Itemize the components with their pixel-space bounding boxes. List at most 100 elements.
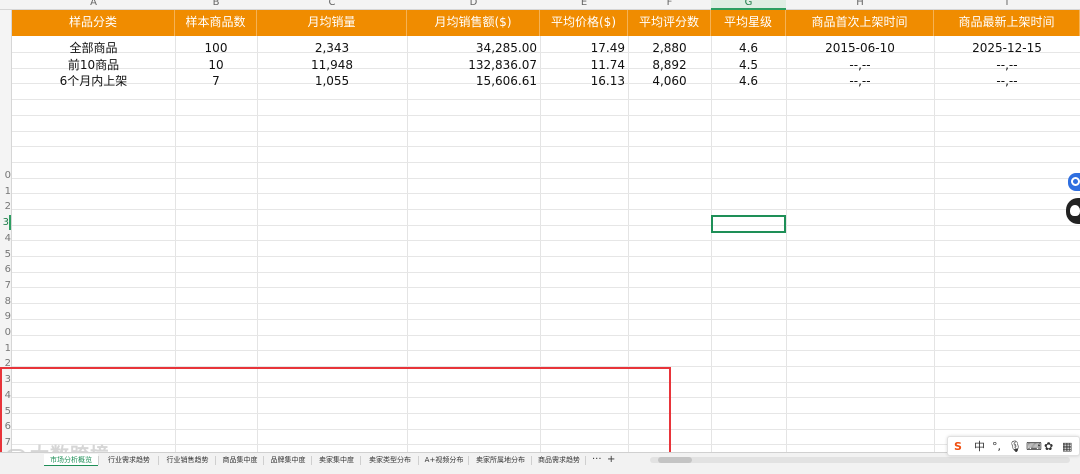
table-cell[interactable]: --,-- [934, 73, 1080, 89]
skin-icon[interactable]: ✿ [1044, 439, 1053, 454]
column-letter[interactable]: I [934, 0, 1080, 10]
column-letter[interactable]: H [786, 0, 934, 10]
tab-separator [585, 456, 586, 465]
table-cell[interactable]: 132,836.07 [407, 57, 540, 73]
row-number[interactable]: 7 [0, 278, 11, 293]
row-number[interactable]: 2 [0, 199, 11, 214]
column-letter[interactable]: B [175, 0, 257, 10]
status-bar [0, 466, 1080, 474]
column-letter[interactable]: G [711, 0, 786, 10]
table-cell[interactable]: 6个月内上架 [12, 73, 175, 89]
table-cell[interactable]: 4.6 [711, 73, 786, 89]
tab-separator [531, 456, 532, 465]
table-cell[interactable]: 7 [175, 73, 257, 89]
scrollbar-thumb[interactable] [658, 457, 692, 463]
table-cell[interactable]: 4.5 [711, 57, 786, 73]
header-cell[interactable]: 商品首次上架时间 [786, 10, 934, 36]
header-cell[interactable]: 样品分类 [12, 10, 175, 36]
table-cell[interactable]: 全部商品 [12, 40, 175, 56]
tab-separator [215, 456, 216, 465]
column-letter[interactable]: F [628, 0, 711, 10]
gridline [12, 209, 1080, 210]
tab-separator [360, 456, 361, 465]
keyboard-icon[interactable]: ⌨ [1026, 439, 1042, 454]
microphone-icon[interactable]: 🎙 [1008, 439, 1022, 454]
table-cell[interactable]: 16.13 [540, 73, 628, 89]
tab-separator [263, 456, 264, 465]
ime-logo-icon[interactable]: S [954, 439, 962, 454]
tab-separator [98, 456, 99, 465]
gridline [12, 225, 1080, 226]
column-letter[interactable]: A [12, 0, 175, 10]
table-cell[interactable]: 前10商品 [12, 57, 175, 73]
header-cell[interactable]: 月均销量 [257, 10, 407, 36]
toolbox-icon[interactable]: ▦ [1062, 439, 1072, 454]
table-cell[interactable]: 2,880 [628, 40, 711, 56]
gridline [12, 256, 1080, 257]
row-number[interactable]: 1 [0, 341, 11, 356]
column-letter[interactable]: D [407, 0, 540, 10]
ime-punct-toggle[interactable]: °, [992, 439, 1001, 454]
header-cell[interactable]: 样本商品数 [175, 10, 257, 36]
gridline [12, 350, 1080, 351]
row-number[interactable]: 4 [0, 231, 11, 246]
table-cell[interactable]: 8,892 [628, 57, 711, 73]
column-letter[interactable]: C [257, 0, 407, 10]
row-number[interactable]: 6 [0, 262, 11, 277]
gridline [12, 162, 1080, 163]
header-cell[interactable]: 月均销售额($) [407, 10, 540, 36]
ime-lang-toggle[interactable]: 中 [974, 439, 985, 454]
row-number[interactable]: 0 [0, 168, 11, 183]
add-sheet-button[interactable]: + [607, 453, 615, 467]
float-search-icon[interactable] [1068, 173, 1080, 191]
more-tabs-button[interactable]: ··· [592, 453, 602, 467]
gridline [12, 303, 1080, 304]
table-cell[interactable]: 2,343 [257, 40, 407, 56]
row-number[interactable]: 9 [0, 309, 11, 324]
row-number[interactable]: 5 [0, 247, 11, 262]
column-header-bar: ABCDEFGHI [0, 0, 1080, 10]
gridline [12, 287, 1080, 288]
gridline [12, 115, 1080, 116]
table-cell[interactable]: 11.74 [540, 57, 628, 73]
row-number[interactable]: 3 [0, 215, 11, 231]
horizontal-scrollbar[interactable] [650, 457, 1070, 463]
gridline [12, 319, 1080, 320]
table-cell[interactable]: 11,948 [257, 57, 407, 73]
gridline [12, 178, 1080, 179]
table-cell[interactable]: 10 [175, 57, 257, 73]
table-cell[interactable]: 1,055 [257, 73, 407, 89]
header-cell[interactable]: 平均评分数 [628, 10, 711, 36]
column-letter[interactable]: E [540, 0, 628, 10]
gridline [12, 193, 1080, 194]
row-number[interactable]: 1 [0, 184, 11, 199]
gridline [12, 99, 1080, 100]
row-number[interactable]: 0 [0, 325, 11, 340]
table-cell[interactable]: 2025-12-15 [934, 40, 1080, 56]
tab-separator [418, 456, 419, 465]
sheet-tab-bar: 市场分析概览 行业需求趋势 行业销售趋势 商品集中度 品牌集中度 卖家集中度 卖家类型分布 A… [0, 452, 1080, 467]
gridline [12, 272, 1080, 273]
table-header-row: 样品分类 样本商品数 月均销量 月均销售额($) 平均价格($) 平均评分数 平均星级 商品首… [12, 10, 1080, 36]
table-cell[interactable]: 4,060 [628, 73, 711, 89]
row-number[interactable]: 8 [0, 294, 11, 309]
header-cell[interactable]: 平均价格($) [540, 10, 628, 36]
gridline [12, 335, 1080, 336]
table-cell[interactable]: --,-- [934, 57, 1080, 73]
tab-separator [468, 456, 469, 465]
gridline [12, 131, 1080, 132]
table-cell[interactable]: 2015-06-10 [786, 40, 934, 56]
header-cell[interactable]: 平均星级 [711, 10, 786, 36]
table-cell[interactable]: 100 [175, 40, 257, 56]
tab-separator [311, 456, 312, 465]
table-cell[interactable]: 15,606.61 [407, 73, 540, 89]
ime-toolbar[interactable]: S 中 °, 🎙 ⌨ ✿ ▦ [947, 436, 1080, 456]
table-cell[interactable]: --,-- [786, 57, 934, 73]
selected-cell[interactable] [711, 215, 786, 233]
tab-separator [158, 456, 159, 465]
table-cell[interactable]: 4.6 [711, 40, 786, 56]
table-cell[interactable]: --,-- [786, 73, 934, 89]
table-cell[interactable]: 17.49 [540, 40, 628, 56]
header-cell[interactable]: 商品最新上架时间 [934, 10, 1080, 36]
table-cell[interactable]: 34,285.00 [407, 40, 540, 56]
